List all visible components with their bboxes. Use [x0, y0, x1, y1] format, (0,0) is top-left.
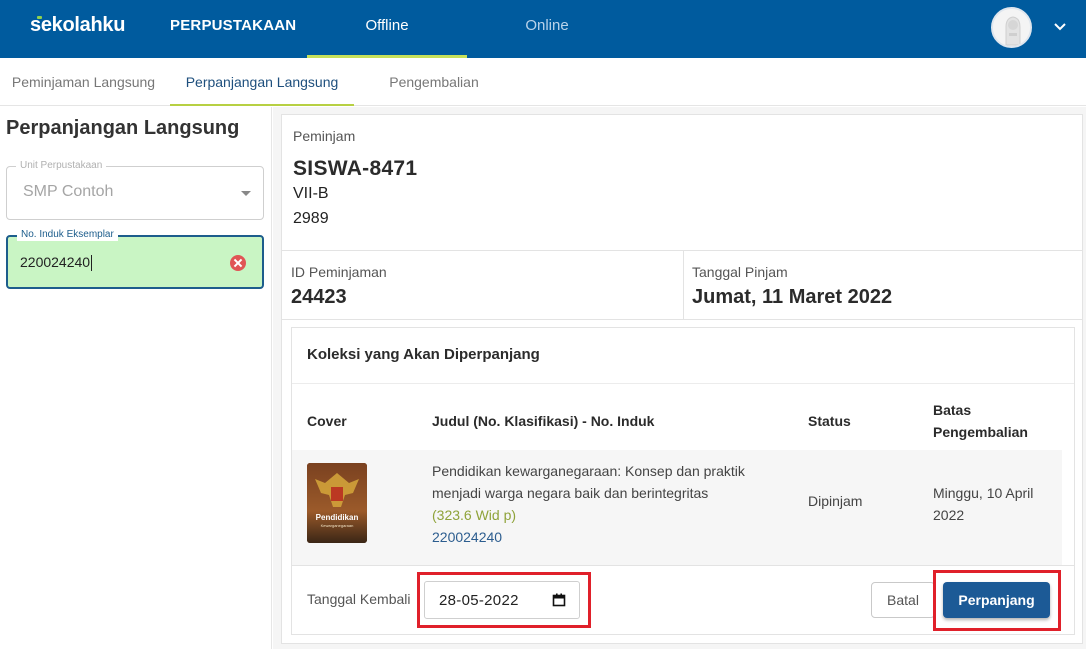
due-date: Minggu, 10 April 2022: [933, 485, 1034, 523]
book-title: Pendidikan kewarganegaraan: Konsep dan p…: [432, 463, 745, 501]
logo-accent-mark: [37, 16, 42, 19]
borrower-class: VII-B: [293, 185, 329, 202]
subtab-bar: Peminjaman Langsung Perpanjangan Langsun…: [0, 58, 1086, 106]
cover-title-text: Pendidikan: [316, 513, 359, 522]
user-avatar[interactable]: [991, 7, 1032, 48]
logo-text: sekolahku: [30, 14, 126, 36]
batal-button[interactable]: Batal: [871, 582, 935, 618]
peminjam-label: Peminjam: [293, 128, 356, 144]
header-status: Status: [808, 413, 851, 429]
divider: [683, 250, 684, 319]
top-navbar: sekolahku PERPUSTAKAAN Offline Online: [0, 0, 1086, 58]
no-induk-eksemplar-input[interactable]: No. Induk Eksemplar 220024240: [6, 229, 264, 289]
unit-perpustakaan-label: Unit Perpustakaan: [16, 160, 107, 172]
divider: [282, 250, 1082, 251]
header-judul: Judul (No. Klasifikasi) - No. Induk: [432, 413, 655, 429]
right-panel: Peminjam SISWA-8471 VII-B 2989 ID Peminj…: [273, 107, 1086, 649]
book-classification: (323.6 Wid p): [432, 507, 517, 523]
sekolahku-logo[interactable]: sekolahku: [30, 14, 125, 37]
panel-title: Perpanjangan Langsung: [6, 117, 240, 139]
tanggal-pinjam-value: Jumat, 11 Maret 2022: [692, 286, 893, 308]
no-induk-eksemplar-label: No. Induk Eksemplar: [17, 229, 118, 241]
unit-perpustakaan-select[interactable]: Unit Perpustakaan SMP Contoh: [6, 160, 264, 220]
cover-subtitle-text: Kewarganegaraan: [321, 523, 354, 528]
highlight-box-button: [933, 570, 1061, 631]
text-caret: [91, 255, 93, 272]
tanggal-pinjam-label: Tanggal Pinjam: [692, 264, 788, 280]
collection-title: Koleksi yang Akan Diperpanjang: [307, 346, 540, 363]
divider: [282, 319, 1082, 320]
dropdown-arrow-icon[interactable]: [241, 191, 251, 196]
no-induk-eksemplar-value[interactable]: 220024240: [20, 254, 90, 270]
subtab-pengembalian[interactable]: Pengembalian: [372, 58, 496, 106]
book-no-induk-link[interactable]: 220024240: [432, 526, 502, 548]
header-cover: Cover: [307, 413, 347, 429]
avatar-figure-icon: [993, 9, 1030, 46]
tanggal-kembali-label: Tanggal Kembali: [307, 591, 411, 607]
borrower-number: 2989: [293, 210, 329, 227]
divider: [292, 565, 1074, 566]
subtab-peminjaman-langsung[interactable]: Peminjaman Langsung: [0, 58, 167, 106]
loan-status: Dipinjam: [808, 493, 863, 509]
header-batas-pengembalian: Batas Pengembalian: [933, 402, 1028, 440]
chevron-down-icon[interactable]: [1051, 18, 1069, 36]
highlight-box-date: [417, 572, 591, 628]
loan-card: Peminjam SISWA-8471 VII-B 2989 ID Peminj…: [281, 114, 1083, 644]
id-peminjaman-value: 24423: [291, 286, 347, 308]
subtab-perpanjangan-langsung[interactable]: Perpanjangan Langsung: [170, 58, 354, 106]
tab-online[interactable]: Online: [467, 0, 627, 58]
app-title: PERPUSTAKAAN: [170, 17, 297, 34]
tab-offline[interactable]: Offline: [307, 0, 467, 58]
garuda-emblem-icon: Pendidikan Kewarganegaraan: [307, 463, 367, 543]
clear-icon[interactable]: [230, 255, 246, 271]
left-panel: Perpanjangan Langsung Unit Perpustakaan …: [0, 107, 272, 649]
divider: [292, 383, 1074, 384]
collection-section: Koleksi yang Akan Diperpanjang Cover Jud…: [291, 327, 1075, 635]
book-cover-image: Pendidikan Kewarganegaraan: [307, 463, 367, 543]
borrower-name: SISWA-8471: [293, 157, 418, 180]
unit-perpustakaan-value: SMP Contoh: [23, 183, 114, 200]
id-peminjaman-label: ID Peminjaman: [291, 264, 387, 280]
